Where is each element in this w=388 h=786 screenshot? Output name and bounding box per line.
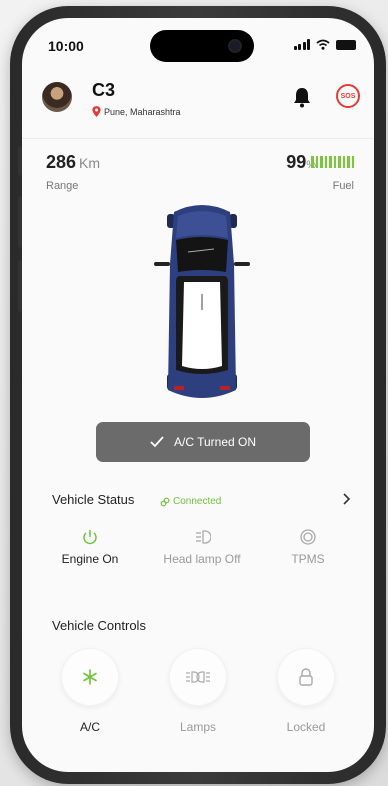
status-engine[interactable]: Engine On	[40, 528, 140, 566]
fuel-level-bar	[324, 156, 327, 168]
lock-toggle-button[interactable]	[277, 648, 335, 706]
control-ac-label: A/C	[79, 720, 100, 734]
status-engine-label: Engine On	[61, 552, 119, 566]
battery-icon	[336, 40, 356, 50]
range-value: 286 Km	[46, 152, 100, 173]
check-icon	[150, 436, 164, 448]
location-pin-icon	[92, 106, 101, 117]
fuel-level-bar	[333, 156, 336, 168]
signal-icon	[293, 39, 310, 50]
connection-badge: Connected	[160, 496, 221, 507]
status-headlamp-label: Head lamp Off	[163, 552, 241, 566]
fuel-level-bar	[351, 156, 354, 168]
chevron-right-icon[interactable]	[340, 492, 352, 506]
status-tpms-label: TPMS	[291, 552, 325, 566]
toast-message: A/C Turned ON	[173, 435, 257, 449]
ac-toggle-button[interactable]	[61, 648, 119, 706]
lock-icon	[299, 668, 313, 686]
headlamp-icon	[196, 530, 211, 544]
fuel-level-bar	[347, 156, 350, 168]
link-icon	[160, 497, 170, 506]
vehicle-controls-title: Vehicle Controls	[52, 618, 146, 633]
control-lock[interactable]: Locked	[266, 648, 346, 734]
header-divider	[22, 138, 374, 139]
connection-status: Connected	[173, 496, 222, 507]
fuel-label: Fuel	[332, 180, 354, 192]
fuel-level-bar	[315, 156, 318, 168]
control-ac[interactable]: A/C	[50, 648, 130, 734]
fuel-level-bar	[320, 156, 323, 168]
fuel-level-bar	[338, 156, 341, 168]
avatar[interactable]	[42, 82, 72, 112]
status-tpms[interactable]: TPMS	[258, 528, 358, 566]
dynamic-island	[150, 30, 254, 62]
fuel-level-bar	[342, 156, 345, 168]
control-lamps[interactable]: Lamps	[158, 648, 238, 734]
control-lock-label: Locked	[286, 720, 326, 734]
vehicle-name: C3	[92, 80, 116, 100]
status-headlamp[interactable]: Head lamp Off	[152, 528, 252, 566]
fuel-level-bar	[329, 156, 332, 168]
snowflake-icon	[83, 669, 97, 685]
header: C3 Pune, Maharashtra SOS	[42, 80, 360, 130]
location-text: Pune, Maharashtra	[104, 106, 181, 117]
camera-icon	[228, 39, 242, 53]
range-number: 286	[46, 152, 77, 172]
range-unit: Km	[79, 155, 101, 171]
lamps-toggle-button[interactable]	[169, 648, 227, 706]
control-lamps-label: Lamps	[179, 720, 217, 734]
fuel-number: 99	[286, 152, 307, 172]
location: Pune, Maharashtra	[92, 106, 181, 117]
power-icon	[83, 530, 97, 545]
status-time: 10:00	[48, 38, 84, 54]
app-screen: 10:00 C3 Pune, Maharashtra SOS 286 Km Ra…	[22, 18, 374, 772]
vehicle-status-title: Vehicle Status	[52, 492, 135, 507]
sos-button[interactable]: SOS	[336, 84, 360, 108]
bell-icon[interactable]	[292, 86, 312, 108]
car-top-view-image	[154, 205, 250, 398]
fuel-level-icon	[311, 156, 354, 168]
tire-icon	[300, 529, 316, 545]
range-label: Range	[46, 180, 79, 192]
wifi-icon	[316, 39, 330, 50]
fuel-level-bar	[311, 156, 314, 168]
status-icons	[293, 39, 356, 50]
ac-toast-notification: A/C Turned ON	[96, 422, 310, 462]
lamps-icon	[186, 671, 210, 683]
